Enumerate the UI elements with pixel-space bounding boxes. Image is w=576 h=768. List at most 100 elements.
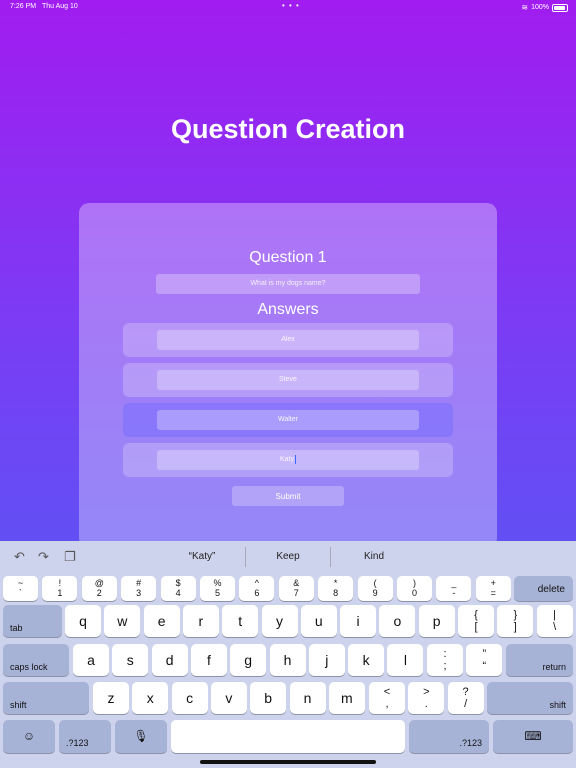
key-num-11-top: _ — [451, 578, 457, 588]
key-num-6[interactable]: ^ 6 — [239, 576, 275, 601]
key-num-10-bottom: 0 — [411, 588, 417, 598]
return-key[interactable]: return — [506, 644, 573, 676]
left-shift-key[interactable]: shift — [3, 682, 89, 714]
key-num-11[interactable]: _ - — [436, 576, 472, 601]
key-i[interactable]: i — [340, 605, 377, 637]
suggestion-2[interactable]: Keep — [248, 551, 328, 562]
key-sym-q-1-bottom: ] — [513, 621, 517, 633]
key-num-4-bottom: 4 — [175, 588, 181, 598]
key-sym-z-2-bottom: / — [464, 698, 468, 710]
suggestion-1[interactable]: “Katy” — [162, 551, 242, 562]
key-w-label: w — [117, 613, 128, 629]
key-num-12[interactable]: + = — [475, 576, 511, 601]
key-num-2[interactable]: @2 — [81, 576, 117, 601]
key-g[interactable]: g — [230, 644, 267, 676]
key-o[interactable]: o — [379, 605, 416, 637]
key-w[interactable]: w — [104, 605, 141, 637]
key-q[interactable]: q — [65, 605, 101, 637]
key-sym-a-0[interactable]: :; — [427, 644, 463, 676]
numbers-key-right-label: .?123 — [459, 738, 482, 748]
answer-input-4[interactable]: Katy — [157, 450, 419, 470]
key-v[interactable]: v — [210, 682, 247, 714]
answer-row-4[interactable]: Katy — [123, 443, 453, 477]
key-num-1[interactable]: ! 1 — [42, 576, 78, 601]
question-input[interactable]: What is my dogs name? — [156, 274, 420, 294]
key-sym-z-0[interactable]: <, — [369, 682, 405, 714]
answer-input-3[interactable]: Walter — [157, 410, 419, 430]
suggestion-3[interactable]: Kind — [334, 551, 414, 562]
key-sym-z-2[interactable]: ? / — [447, 682, 484, 714]
key-num-7[interactable]: & 7 — [278, 576, 314, 601]
key-h[interactable]: h — [269, 644, 306, 676]
key-l[interactable]: l — [387, 644, 424, 676]
home-indicator[interactable] — [200, 760, 376, 764]
key-y[interactable]: y — [261, 605, 298, 637]
key-p[interactable]: p — [418, 605, 455, 637]
key-num-9[interactable]: (9 — [357, 576, 393, 601]
key-z[interactable]: z — [93, 682, 129, 714]
tab-key[interactable]: tab — [3, 605, 62, 637]
key-num-1-bottom: 1 — [57, 588, 63, 598]
clipboard-icon[interactable]: ❐ — [64, 549, 76, 565]
key-d-label: d — [165, 652, 174, 668]
key-num-4[interactable]: $4 — [160, 576, 196, 601]
key-u[interactable]: u — [300, 605, 337, 637]
numbers-key-left[interactable]: .?123 — [59, 720, 111, 753]
keyboard-dismiss-icon: ⌨ — [524, 729, 542, 743]
key-b[interactable]: b — [250, 682, 287, 714]
key-sym-q-2[interactable]: | \ — [536, 605, 573, 637]
right-shift-key[interactable]: shift — [487, 682, 573, 714]
delete-key[interactable]: delete — [514, 576, 573, 601]
key-r[interactable]: r — [182, 605, 219, 637]
key-x-label: x — [146, 690, 154, 706]
answer-row-3[interactable]: Walter — [123, 403, 453, 437]
submit-button[interactable]: Submit — [232, 486, 344, 506]
key-sym-a-1[interactable]: ” “ — [466, 644, 503, 676]
right-shift-key-label: shift — [549, 700, 566, 710]
key-num-10[interactable]: ) 0 — [397, 576, 432, 601]
answer-input-1[interactable]: Alex — [157, 330, 419, 350]
space-bar[interactable] — [171, 720, 405, 753]
multitasking-dots[interactable]: • • • — [282, 1, 300, 10]
key-c[interactable]: c — [171, 682, 208, 714]
key-sym-z-1[interactable]: >. — [408, 682, 445, 714]
status-time: 7:26 PM — [10, 3, 37, 10]
key-num-8[interactable]: * 8 — [318, 576, 354, 601]
key-t-label: t — [238, 613, 243, 629]
answer-row-1[interactable]: Alex — [123, 323, 453, 357]
key-e[interactable]: e — [143, 605, 180, 637]
key-num-3[interactable]: #3 — [121, 576, 157, 601]
key-k[interactable]: k — [348, 644, 385, 676]
caps-lock-key-label: caps lock — [10, 662, 48, 672]
key-num-8-bottom: 8 — [333, 588, 339, 598]
key-f[interactable]: f — [190, 644, 227, 676]
key-t[interactable]: t — [222, 605, 259, 637]
key-a[interactable]: a — [73, 644, 109, 676]
emoji-key[interactable]: ☺ — [3, 720, 55, 753]
key-num-12-top: + — [490, 578, 496, 588]
text-cursor — [295, 454, 296, 464]
redo-icon[interactable]: ↷ — [38, 549, 49, 565]
key-m[interactable]: m — [328, 682, 365, 714]
key-sym-a-0-bottom: ; — [443, 660, 447, 672]
key-d[interactable]: d — [151, 644, 188, 676]
dictation-key[interactable]: 🎙 — [115, 720, 167, 753]
caps-lock-key[interactable]: caps lock — [3, 644, 69, 676]
key-num-5[interactable]: % 5 — [200, 576, 235, 601]
keyboard-dismiss-key[interactable]: ⌨ — [493, 720, 573, 753]
key-sym-q-2-top: | — [553, 609, 557, 621]
numbers-key-right[interactable]: .?123 — [409, 720, 489, 753]
left-shift-key-label: shift — [10, 700, 27, 710]
answer-input-2[interactable]: Steve — [157, 370, 419, 390]
suggestion-divider — [245, 547, 246, 567]
key-x[interactable]: x — [132, 682, 169, 714]
key-sym-q-1[interactable]: }] — [497, 605, 534, 637]
key-j[interactable]: j — [308, 644, 345, 676]
key-n[interactable]: n — [289, 682, 326, 714]
undo-icon[interactable]: ↶ — [14, 549, 25, 565]
key-j-label: j — [325, 652, 329, 668]
answer-row-2[interactable]: Steve — [123, 363, 453, 397]
key-num-0[interactable]: ~ ` — [3, 576, 38, 601]
key-s[interactable]: s — [112, 644, 149, 676]
key-sym-q-0[interactable]: {[ — [458, 605, 494, 637]
